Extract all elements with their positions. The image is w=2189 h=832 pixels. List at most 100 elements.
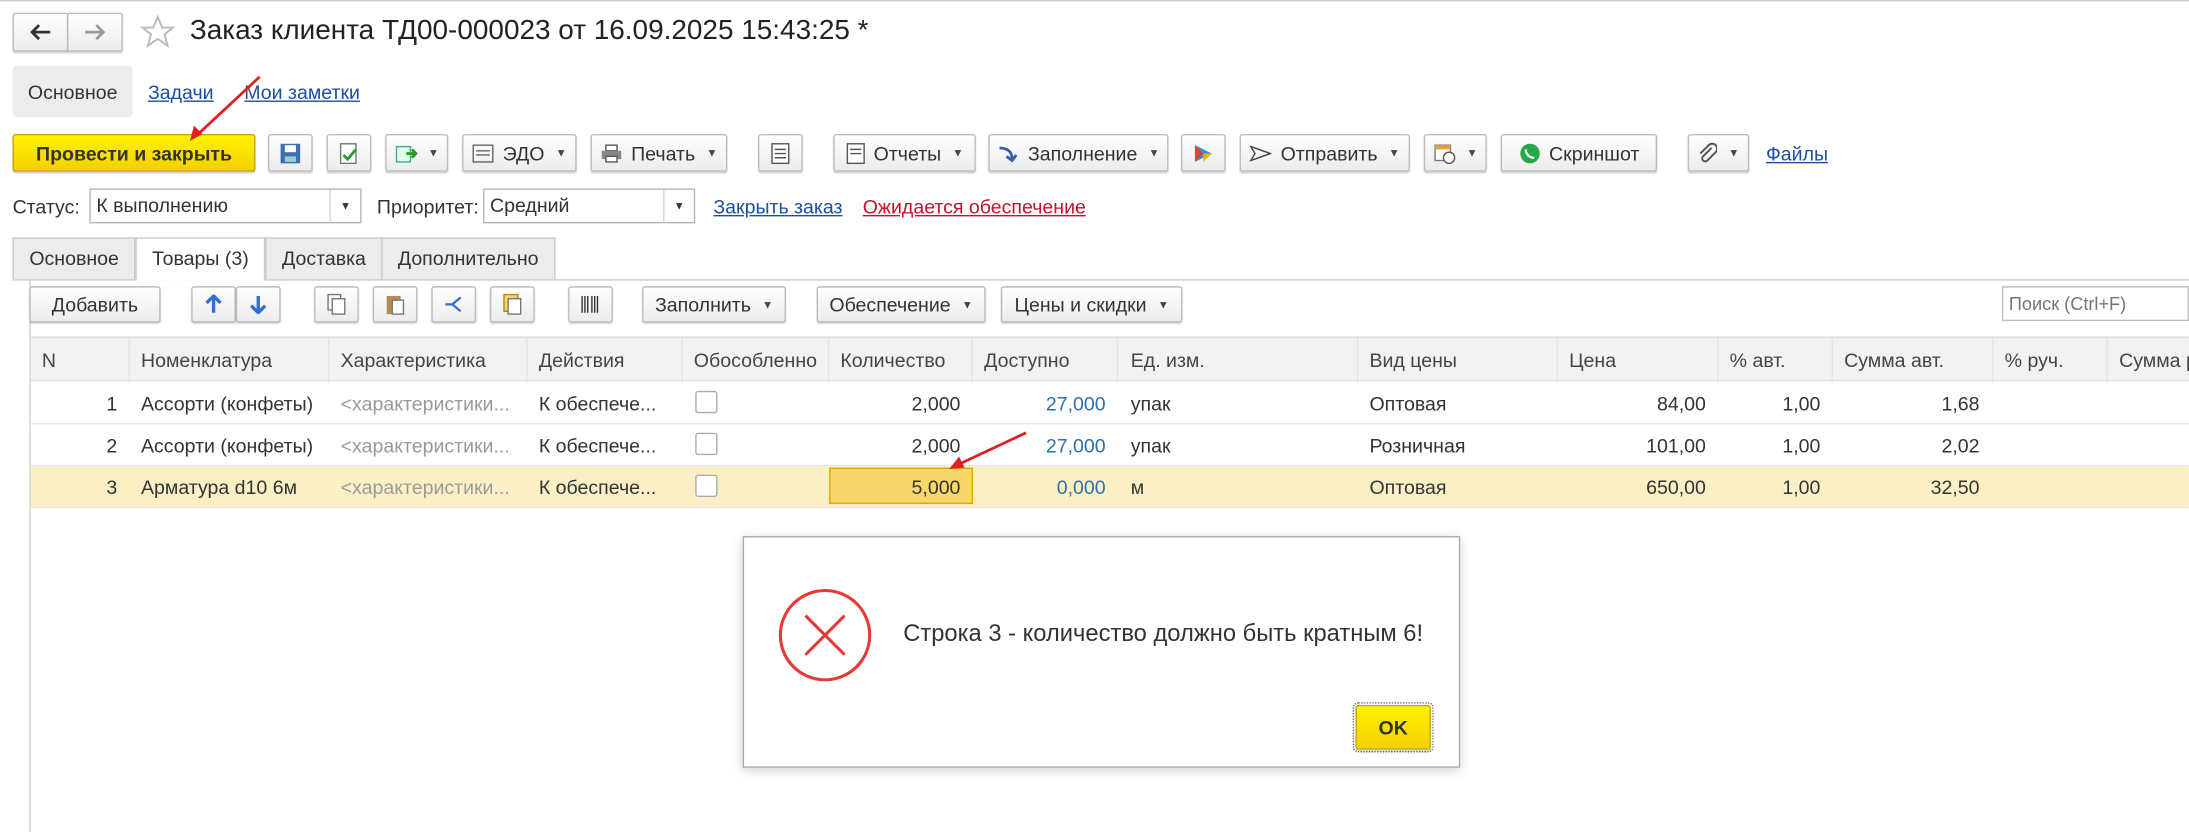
reports-button[interactable]: Отчеты ▼ — [833, 134, 976, 172]
col-quantity[interactable]: Количество — [840, 349, 945, 371]
barcode-button[interactable] — [568, 286, 613, 323]
fill-button[interactable]: Заполнение ▼ — [988, 134, 1169, 172]
cell-action[interactable]: К обеспече... — [539, 434, 673, 456]
back-button[interactable] — [12, 12, 69, 52]
cell-price-type[interactable]: Оптовая — [1369, 392, 1446, 414]
prices-discounts-button[interactable]: Цены и скидки ▼ — [1000, 286, 1183, 323]
col-manual-pct[interactable]: % руч. — [2005, 349, 2064, 371]
col-auto-sum[interactable]: Сумма авт. — [1844, 349, 1944, 371]
barcode-icon — [581, 295, 599, 313]
post-and-close-label: Провести и закрыть — [36, 141, 232, 165]
col-characteristic[interactable]: Характеристика — [341, 349, 486, 371]
cell-qty[interactable]: 5,000 — [829, 476, 961, 498]
files-link[interactable]: Файлы — [1766, 142, 1828, 164]
cell-name[interactable]: Арматура d10 6м — [141, 476, 325, 498]
post-button[interactable] — [326, 134, 372, 172]
cell-char[interactable]: <характеристики... — [341, 434, 517, 456]
table-header: N Номенклатура Характеристика Действия О… — [30, 336, 2189, 383]
cell-price[interactable]: 650,00 — [1559, 476, 1706, 498]
cell-action[interactable]: К обеспече... — [539, 392, 673, 414]
col-manual-sum[interactable]: Сумма р — [2119, 349, 2189, 371]
cell-pct[interactable]: 1,00 — [1720, 434, 1820, 456]
tab-additional[interactable]: Дополнительно — [381, 237, 556, 280]
schedule-button[interactable]: ▼ — [1423, 134, 1487, 172]
split-button[interactable] — [431, 286, 477, 323]
col-nomenclature[interactable]: Номенклатура — [141, 349, 272, 371]
supply-button[interactable]: Обеспечение ▼ — [816, 286, 986, 323]
nav-tab-notes[interactable]: Мои заметки — [244, 81, 360, 103]
cell-sum[interactable]: 32,50 — [1834, 476, 1980, 498]
separate-checkbox[interactable] — [695, 474, 718, 497]
separate-checkbox[interactable] — [695, 390, 718, 414]
star-icon[interactable] — [139, 14, 176, 50]
col-separate[interactable]: Обособленно — [694, 349, 817, 371]
copy-button[interactable] — [314, 286, 359, 323]
col-available[interactable]: Доступно — [984, 349, 1069, 371]
cell-char[interactable]: <характеристики... — [341, 392, 517, 414]
cell-sum[interactable]: 2,02 — [1834, 434, 1979, 456]
move-up-button[interactable] — [191, 286, 236, 323]
fill-goods-button[interactable]: Заполнить ▼ — [642, 286, 786, 323]
print-button[interactable]: Печать ▼ — [590, 134, 728, 172]
search-input[interactable] — [2001, 286, 2189, 322]
col-auto-pct[interactable]: % авт. — [1730, 349, 1786, 371]
cell-price[interactable]: 84,00 — [1559, 392, 1706, 414]
col-unit[interactable]: Ед. изм. — [1131, 349, 1205, 371]
cell-unit[interactable]: м — [1131, 476, 1144, 498]
post-doc-icon — [339, 142, 358, 164]
forward-button[interactable] — [67, 12, 123, 52]
table-row[interactable]: 2 Ассорти (конфеты) <характеристики... К… — [30, 424, 2189, 467]
close-order-link[interactable]: Закрыть заказ — [713, 195, 842, 217]
cell-unit[interactable]: упак — [1131, 392, 1171, 414]
paste-button[interactable] — [372, 286, 418, 323]
status-select[interactable]: К выполнению ▼ — [89, 188, 362, 224]
col-actions[interactable]: Действия — [539, 349, 625, 371]
cell-price[interactable]: 101,00 — [1559, 434, 1706, 456]
nav-tab-tasks[interactable]: Задачи — [148, 81, 214, 103]
structure-button[interactable] — [758, 134, 803, 172]
cell-action[interactable]: К обеспече... — [539, 476, 673, 498]
screenshot-button[interactable]: Скриншот — [1500, 134, 1658, 172]
cell-price-type[interactable]: Розничная — [1369, 434, 1465, 456]
add-button[interactable]: Добавить — [29, 286, 161, 323]
col-price-type[interactable]: Вид цены — [1369, 349, 1456, 371]
tab-main[interactable]: Основное — [12, 237, 136, 280]
tab-delivery[interactable]: Доставка — [265, 237, 383, 280]
report-icon — [846, 142, 865, 164]
col-price[interactable]: Цена — [1569, 349, 1616, 371]
cell-qty[interactable]: 2,000 — [829, 434, 961, 456]
error-dialog: Строка 3 - количество должно быть кратны… — [742, 536, 1461, 768]
cell-pct[interactable]: 1,00 — [1720, 392, 1820, 414]
cell-avail[interactable]: 27,000 — [974, 434, 1106, 456]
cell-name[interactable]: Ассорти (конфеты) — [141, 434, 325, 456]
share-button[interactable] — [1181, 134, 1226, 172]
edo-button[interactable]: ЭДО ▼ — [462, 134, 577, 172]
post-and-close-button[interactable]: Провести и закрыть — [12, 134, 256, 172]
attach-button[interactable]: ▼ — [1687, 134, 1750, 172]
cell-name[interactable]: Ассорти (конфеты) — [141, 392, 325, 414]
cell-sum[interactable]: 1,68 — [1834, 392, 1979, 414]
cell-char[interactable]: <характеристики... — [341, 476, 517, 498]
table-row[interactable]: 1 Ассорти (конфеты) <характеристики... К… — [30, 383, 2189, 425]
priority-select[interactable]: Средний ▼ — [483, 188, 696, 224]
printer-icon — [601, 143, 622, 162]
select-button[interactable] — [489, 286, 535, 323]
send-button[interactable]: Отправить ▼ — [1239, 134, 1410, 172]
cell-avail[interactable]: 27,000 — [974, 392, 1106, 414]
awaiting-supply-link[interactable]: Ожидается обеспечение — [863, 195, 1086, 217]
save-button[interactable] — [268, 134, 313, 172]
cell-pct[interactable]: 1,00 — [1720, 476, 1820, 498]
separate-checkbox[interactable] — [695, 432, 718, 456]
tab-goods[interactable]: Товары (3) — [135, 237, 266, 281]
cell-unit[interactable]: упак — [1131, 434, 1171, 456]
cell-qty[interactable]: 2,000 — [829, 392, 961, 414]
ok-button[interactable]: OK — [1352, 702, 1434, 753]
arrow-down-icon — [250, 295, 267, 315]
status-value: К выполнению — [96, 194, 229, 217]
move-down-button[interactable] — [235, 286, 281, 323]
cell-avail[interactable]: 0,000 — [974, 476, 1106, 498]
col-n[interactable]: N — [42, 349, 56, 371]
create-based-button[interactable]: ▼ — [385, 134, 449, 172]
table-row-selected[interactable]: 3 Арматура d10 6м <характеристики... К о… — [30, 466, 2189, 509]
cell-price-type[interactable]: Оптовая — [1369, 476, 1446, 498]
